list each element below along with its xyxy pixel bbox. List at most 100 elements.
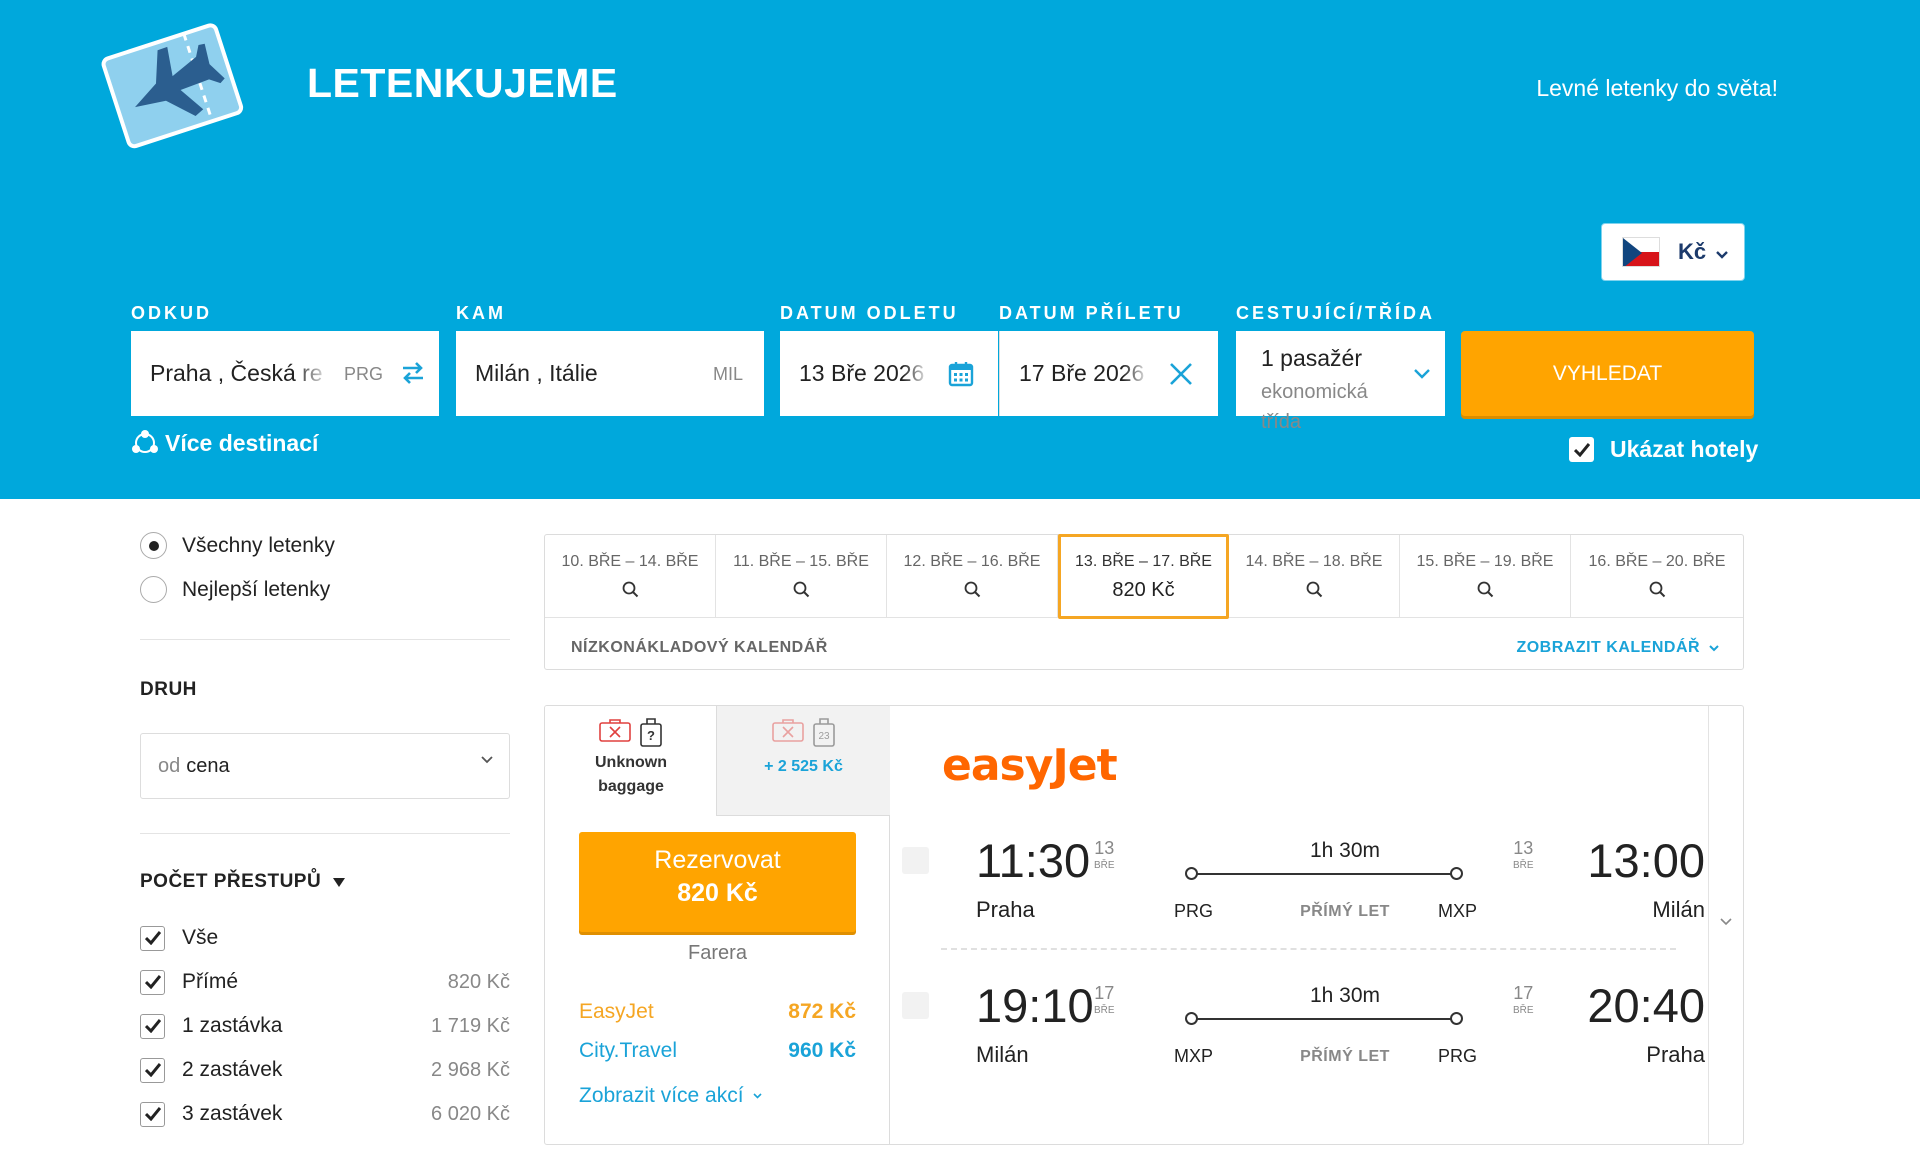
travelers-field[interactable]: 1 pasažér ekonomická třída xyxy=(1236,331,1445,433)
flight-type: PŘÍMÝ LET xyxy=(1300,1048,1390,1065)
route-end-dot xyxy=(1450,867,1463,880)
checkmark-icon xyxy=(144,1107,161,1121)
offer-row[interactable]: EasyJet 872 Kč xyxy=(579,1000,856,1024)
show-hotels-toggle[interactable]: Ukázat hotely xyxy=(1569,436,1758,463)
to-label: KAM xyxy=(456,303,506,323)
date-cell[interactable]: 11. BŘE – 15. BŘE xyxy=(716,535,887,618)
currency-selector[interactable]: Kč xyxy=(1601,223,1745,281)
brand-name[interactable]: LETENKUJEME xyxy=(307,60,618,107)
stops-option[interactable]: 2 zastávek 2 968 Kč xyxy=(140,1055,510,1085)
chevron-down-icon xyxy=(1709,645,1719,652)
expand-details-button[interactable] xyxy=(1708,706,1743,1144)
date-price: 820 Kč xyxy=(1112,579,1175,601)
calendar-icon[interactable] xyxy=(948,360,974,387)
leg-divider xyxy=(941,948,1676,950)
departure-date: 17 BŘE xyxy=(1094,984,1115,1020)
stops-option-price: 1 719 Kč xyxy=(431,1014,510,1037)
show-calendar-label: ZOBRAZIT KALENDÁŘ xyxy=(1516,639,1701,656)
radio-all-tickets[interactable]: Všechny letenky xyxy=(140,532,335,559)
low-cost-calendar-label: NÍZKONÁKLADOVÝ KALENDÁŘ xyxy=(571,639,828,656)
travelers-value: 1 pasažér xyxy=(1261,345,1363,371)
date-cell[interactable]: 15. BŘE – 19. BŘE xyxy=(1400,535,1571,618)
radio-button[interactable] xyxy=(140,532,167,559)
return-date-value: 17 Bře 2026 xyxy=(1019,360,1145,386)
flight-leg-return: 19:10 17 BŘE Milán 1h 30m MXP PŘÍMÝ LET P… xyxy=(890,976,1705,1096)
stops-option[interactable]: Přímé 820 Kč xyxy=(140,967,510,997)
departure-date: 13 BŘE xyxy=(1094,839,1115,875)
arrival-city: Milán xyxy=(1652,897,1705,922)
arrival-time: 20:40 xyxy=(1587,979,1705,1032)
chevron-down-icon xyxy=(481,756,493,764)
route-start-dot xyxy=(1185,867,1198,880)
radio-button[interactable] xyxy=(140,576,167,603)
arrival-day: 17 xyxy=(1513,983,1534,1003)
chevron-down-icon xyxy=(1414,369,1430,379)
ticket-plane-logo[interactable] xyxy=(100,18,245,158)
destination-airport-code: PRG xyxy=(1438,1046,1478,1066)
checkbox[interactable] xyxy=(140,1057,165,1083)
checkbox[interactable] xyxy=(140,969,165,995)
flight-duration: 1h 30m xyxy=(1309,984,1381,1007)
book-button[interactable]: Rezervovat 820 Kč xyxy=(579,832,856,932)
tagline: Levné letenky do světa! xyxy=(1536,75,1778,101)
return-label: DATUM PŘÍLETU xyxy=(999,303,1184,323)
to-code: MIL xyxy=(713,364,744,384)
from-value: Praha , Česká re xyxy=(150,360,323,386)
stops-option[interactable]: Vše xyxy=(140,923,510,953)
date-range: 10. BŘE – 14. BŘE xyxy=(561,553,699,570)
airline-logo: easyJet xyxy=(942,740,1118,791)
search-button[interactable]: VYHLEDAT xyxy=(1461,331,1754,416)
leg-select-checkbox[interactable] xyxy=(902,847,929,874)
show-hotels-checkbox[interactable] xyxy=(1569,437,1594,462)
checkbox[interactable] xyxy=(140,925,165,951)
date-cell[interactable]: 10. BŘE – 14. BŘE xyxy=(545,535,716,618)
stops-option-price: 6 020 Kč xyxy=(431,1102,510,1125)
show-calendar-link[interactable]: ZOBRAZIT KALENDÁŘ xyxy=(1516,639,1719,657)
chevron-down-icon xyxy=(753,1093,762,1100)
booking-column: ? Unknown baggage 23 + 2 525 Kč Rezervov… xyxy=(545,706,890,1144)
more-destinations-link[interactable]: Více destinací xyxy=(131,429,318,457)
book-button-label: Rezervovat xyxy=(654,846,781,874)
destination-airport-code: MXP xyxy=(1438,901,1478,921)
date-cell[interactable]: 14. BŘE – 18. BŘE xyxy=(1229,535,1400,618)
multi-destination-icon xyxy=(132,430,158,453)
leg-select-checkbox[interactable] xyxy=(902,992,929,1019)
search-icon xyxy=(622,581,638,598)
stops-option[interactable]: 1 zastávka 1 719 Kč xyxy=(140,1011,510,1041)
radio-all-label: Všechny letenky xyxy=(182,533,335,557)
depart-date-field[interactable]: 13 Bře 2026 xyxy=(780,331,998,416)
stops-option[interactable]: 3 zastávek 6 020 Kč xyxy=(140,1099,510,1129)
baggage-tab-label: Unknown baggage xyxy=(595,754,667,795)
date-cell-selected[interactable]: 13. BŘE – 17. BŘE 820 Kč xyxy=(1058,534,1229,619)
checkbox[interactable] xyxy=(140,1013,165,1039)
currency-label: Kč xyxy=(1678,239,1707,264)
offer-row[interactable]: City.Travel 960 Kč xyxy=(579,1039,856,1063)
baggage-tab-unknown[interactable]: ? Unknown baggage xyxy=(545,706,717,816)
from-field[interactable]: Praha , Česká re PRG xyxy=(131,331,439,416)
date-cell[interactable]: 16. BŘE – 20. BŘE xyxy=(1571,535,1743,618)
departure-day: 17 xyxy=(1094,983,1115,1003)
arrival-date: 13 BŘE xyxy=(1513,839,1534,875)
checkbox[interactable] xyxy=(140,1101,165,1127)
flight-result-card: ? Unknown baggage 23 + 2 525 Kč Rezervov… xyxy=(544,705,1744,1145)
radio-best-tickets[interactable]: Nejlepší letenky xyxy=(140,576,330,603)
departure-time: 11:30 xyxy=(976,834,1091,887)
stops-option-label: Vše xyxy=(182,926,219,949)
stops-option-label: 1 zastávka xyxy=(182,1014,283,1037)
date-range: 12. BŘE – 16. BŘE xyxy=(903,553,1041,570)
return-date-field[interactable]: 17 Bře 2026 xyxy=(999,331,1218,416)
no-checked-bag-icon xyxy=(771,719,804,742)
checkmark-icon xyxy=(144,931,161,945)
results-area: Všechny letenky Nejlepší letenky DRUH od… xyxy=(0,499,1920,1162)
clear-icon[interactable] xyxy=(1168,361,1194,387)
stops-heading[interactable]: POČET PŘESTUPŮ xyxy=(140,871,346,893)
baggage-tab-paid[interactable]: 23 + 2 525 Kč xyxy=(717,706,890,816)
checkmark-icon xyxy=(1573,442,1590,457)
stops-option-price: 2 968 Kč xyxy=(431,1058,510,1081)
date-cell[interactable]: 12. BŘE – 16. BŘE xyxy=(887,535,1058,618)
sort-select[interactable]: od cena xyxy=(140,733,510,799)
to-field[interactable]: Milán , Itálie MIL xyxy=(456,331,764,416)
more-offers-link[interactable]: Zobrazit více akcí xyxy=(579,1084,762,1108)
swap-icon[interactable] xyxy=(400,360,426,386)
sort-value: cena xyxy=(186,754,230,777)
